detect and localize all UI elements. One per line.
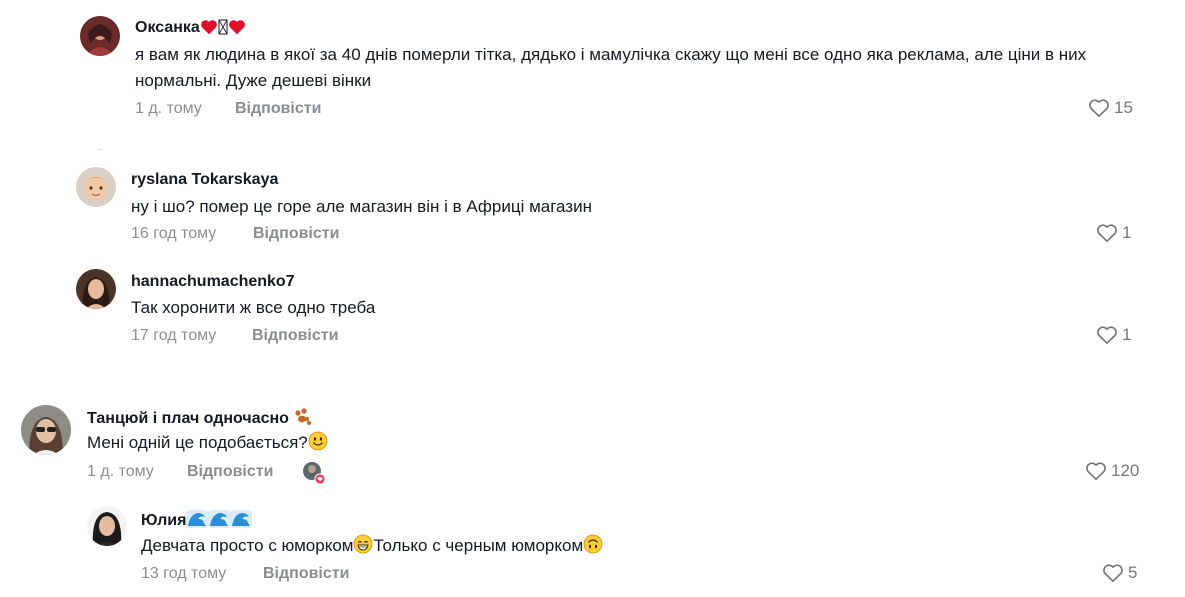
heart-outline-icon [1102, 563, 1124, 583]
comment-time: 1 д. тому [135, 100, 202, 117]
reply-button[interactable]: Відповісти [252, 326, 338, 346]
comment-time: 16 год тому [131, 225, 217, 242]
comment-text: Девчата просто с юморком Только с черным … [141, 533, 1041, 562]
cut-off-text [131, 376, 371, 382]
like-button[interactable]: 1 [1096, 325, 1131, 345]
comment-text: Так хоронити ж все одно треба [131, 298, 376, 317]
avatar[interactable] [21, 405, 71, 455]
like-count: 5 [1128, 563, 1138, 582]
username-text: Юлия [141, 512, 187, 529]
wave-icon [186, 510, 209, 534]
username[interactable]: hannachumachenko7 [131, 272, 295, 292]
like-count: 120 [1111, 461, 1140, 480]
comment-text-content: Мені одній це подобається? [87, 433, 308, 452]
like-count: 15 [1114, 98, 1133, 117]
comment-time: 1 д. тому [87, 463, 154, 480]
like-button[interactable]: 120 [1085, 461, 1139, 481]
red-heart-icon [228, 19, 246, 41]
comment-text: я вам як людина в якої за 40 днів померл… [135, 45, 1087, 90]
missing-glyph-icon [218, 19, 228, 41]
avatar[interactable] [87, 506, 127, 546]
heart-outline-icon [1096, 223, 1118, 243]
grin-icon [353, 534, 373, 562]
heart-outline-icon [1088, 98, 1110, 118]
avatar[interactable] [80, 16, 120, 56]
like-count: 1 [1122, 223, 1132, 242]
creator-liked-badge [302, 461, 326, 485]
comment-text-part2: Только с черным юморком [373, 536, 584, 555]
red-heart-icon [200, 19, 218, 41]
heart-outline-icon [1096, 325, 1118, 345]
comment-time: 17 год тому [131, 327, 217, 344]
avatar[interactable] [76, 269, 116, 309]
like-button[interactable]: 1 [1096, 223, 1131, 243]
username[interactable]: Оксанка [135, 18, 246, 41]
wave-icon [230, 510, 253, 534]
like-button[interactable]: 5 [1102, 563, 1137, 583]
username[interactable]: Юлия [141, 510, 253, 534]
username-text: Танцюй і плач одночасно [87, 410, 289, 427]
paw-icon [293, 408, 313, 432]
comment-text: Мені одній це подобається? [87, 430, 987, 459]
username[interactable]: ryslana Tokarskaya [131, 170, 278, 190]
reply-button[interactable]: Відповісти [235, 99, 321, 119]
reply-button[interactable]: Відповісти [253, 224, 339, 244]
like-button[interactable]: 15 [1088, 98, 1133, 118]
username[interactable]: Танцюй і плач одночасно [87, 408, 313, 432]
comment-text-part1: Девчата просто с юморком [141, 536, 354, 555]
comment-time: 13 год тому [141, 565, 227, 582]
username-text: Оксанка [135, 19, 200, 36]
upside-down-face-icon [583, 534, 603, 562]
avatar[interactable] [76, 167, 116, 207]
reply-button[interactable]: Відповісти [187, 462, 273, 482]
like-count: 1 [1122, 325, 1132, 344]
heart-outline-icon [1085, 461, 1107, 481]
wave-icon [208, 510, 231, 534]
cut-off-avatar [88, 142, 112, 150]
comment-text: ну і шо? помер це горе але магазин він і… [131, 197, 592, 216]
reply-button[interactable]: Відповісти [263, 564, 349, 584]
smiley-icon [308, 431, 328, 459]
